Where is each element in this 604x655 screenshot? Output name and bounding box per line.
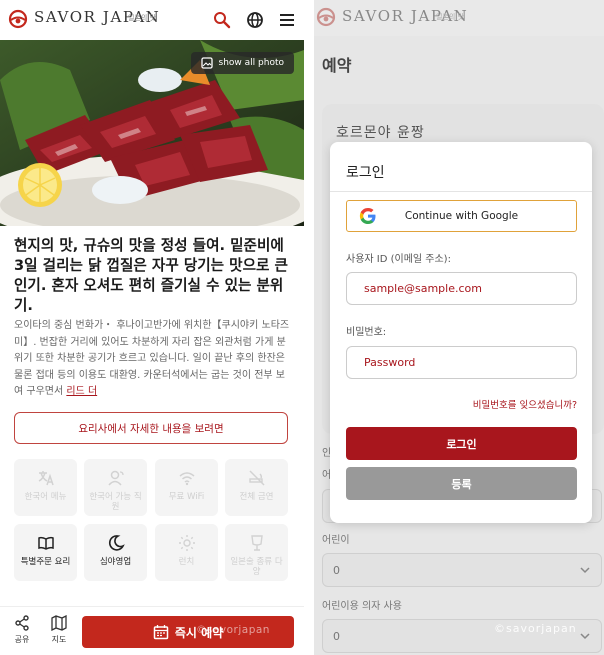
show-all-photo-label: show all photo [218,58,284,68]
calendar-icon [153,625,169,640]
show-all-photo-button[interactable]: show all photo [190,52,294,74]
restaurant-title: 현지의 맛, 규슈의 맛을 정성 들여. 밑준비에 3일 걸리는 닭 껍질은 자… [14,237,288,314]
drink-icon [250,535,263,551]
sun-icon [178,535,195,551]
password-label: 비밀번호: [346,327,387,338]
page-title: 예약 [322,56,352,75]
top-header: SAVOR JAPAN 일본의 맛 [0,0,304,40]
wifi-icon [179,472,194,486]
feature-korean-menu: 한국어 메뉴 [14,459,77,516]
child-select-value: 0 [333,563,340,577]
staff-icon [107,470,124,486]
store-name: 호르몬야 윤짱 [336,125,425,141]
view-details-button[interactable]: 요리사에서 자세한 내용을 보려면 [14,412,288,444]
user-id-input[interactable]: sample@sample.com [346,272,577,305]
feature-label: 일본술 종류 다양 [230,557,283,577]
user-id-label: 사용자 ID (이메일 주소): [346,254,451,265]
translate-icon [38,471,54,486]
login-modal: 로그인 Continue with Google 사용자 ID (이메일 주소)… [330,142,592,523]
feature-label: 무료 WiFi [168,492,205,502]
login-title: 로그인 [346,165,385,181]
savor-japan-logo-icon[interactable] [316,7,336,27]
forgot-password-link[interactable]: 비밀번호를 잊으셨습니까? [346,397,577,411]
share-icon [15,615,29,631]
watermark: ©savorjapan [196,624,270,636]
continue-with-google-button[interactable]: Continue with Google [346,200,577,232]
top-header: SAVOR JAPAN 일본의 맛 [314,0,604,36]
book-icon [37,536,54,550]
moon-icon [108,535,125,551]
map-label: 지도 [51,635,67,644]
feature-sake-variety: 일본술 종류 다양 [225,524,288,581]
feature-label: 한국어 가능 직원 [89,492,142,512]
password-placeholder: Password [364,356,416,369]
restaurant-description: 오이타의 중심 번화가・ 후나이고반가에 위치한【쿠시야키 노타즈미】. 번잡한… [14,318,294,401]
password-input[interactable]: Password [346,346,577,379]
divider [330,191,592,192]
google-button-label: Continue with Google [404,210,519,222]
hero-photo[interactable]: show all photo [0,40,304,226]
share-button[interactable]: 공유 [7,615,37,645]
globe-icon[interactable] [245,10,265,30]
feature-label: 전체 금연 [239,492,274,502]
logo-subtitle: 일본의 맛 [436,13,464,21]
child-select[interactable]: 0 [322,553,602,587]
child-seat-label: 어린이용 의자 사용 [322,601,402,612]
watermark: ©savorjapan [494,622,577,635]
read-more-link[interactable]: 리드 더 [66,386,97,397]
login-button[interactable]: 로그인 [346,427,577,460]
feature-no-smoking: 전체 금연 [225,459,288,516]
map-icon [51,615,67,631]
share-label: 공유 [14,635,30,644]
reservation-page: SAVOR JAPAN 일본의 맛 예약 호르몬야 윤짱 인 어 어린이 0 어… [314,0,604,655]
feature-korean-staff: 한국어 가능 직원 [84,459,147,516]
feature-special-order: 특별주문 요리 [14,524,77,581]
map-button[interactable]: 지도 [44,615,74,645]
child-seat-select-value: 0 [333,629,340,643]
feature-free-wifi: 무료 WiFi [155,459,218,516]
feature-label: 특별주문 요리 [20,557,71,567]
description-text: 오이타의 중심 번화가・ 후나이고반가에 위치한【쿠시야키 노타즈미】. 번잡한… [14,320,290,397]
feature-label: 런치 [178,557,195,567]
menu-icon[interactable] [277,10,297,30]
search-icon[interactable] [212,10,232,30]
feature-label: 심야영업 [99,557,132,567]
chevron-down-icon [580,633,590,640]
google-icon [359,208,376,224]
child-label: 어린이 [322,535,350,546]
no-smoking-icon [248,470,265,486]
feature-lunch: 런치 [155,524,218,581]
feature-late-night: 심야영업 [84,524,147,581]
savor-japan-logo-icon[interactable] [8,9,28,29]
chevron-down-icon [580,567,590,574]
photo-icon [200,57,213,69]
logo-subtitle: 일본의 맛 [128,14,156,22]
restaurant-page: SAVOR JAPAN 일본의 맛 show all photo 현지의 맛, … [0,0,304,655]
user-id-placeholder: sample@sample.com [364,282,482,295]
feature-label: 한국어 메뉴 [24,492,67,502]
register-button[interactable]: 등록 [346,467,577,500]
